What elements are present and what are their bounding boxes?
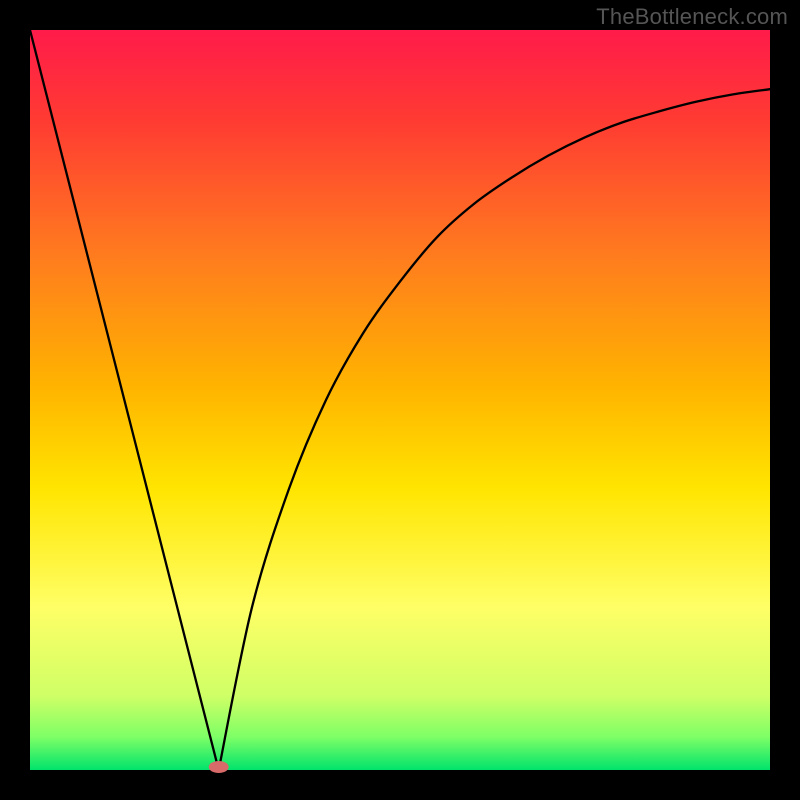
watermark-label: TheBottleneck.com: [596, 4, 788, 30]
bottleneck-curve-chart: [0, 0, 800, 800]
plot-background: [30, 30, 770, 770]
chart-frame: TheBottleneck.com: [0, 0, 800, 800]
optimum-marker: [209, 761, 229, 773]
